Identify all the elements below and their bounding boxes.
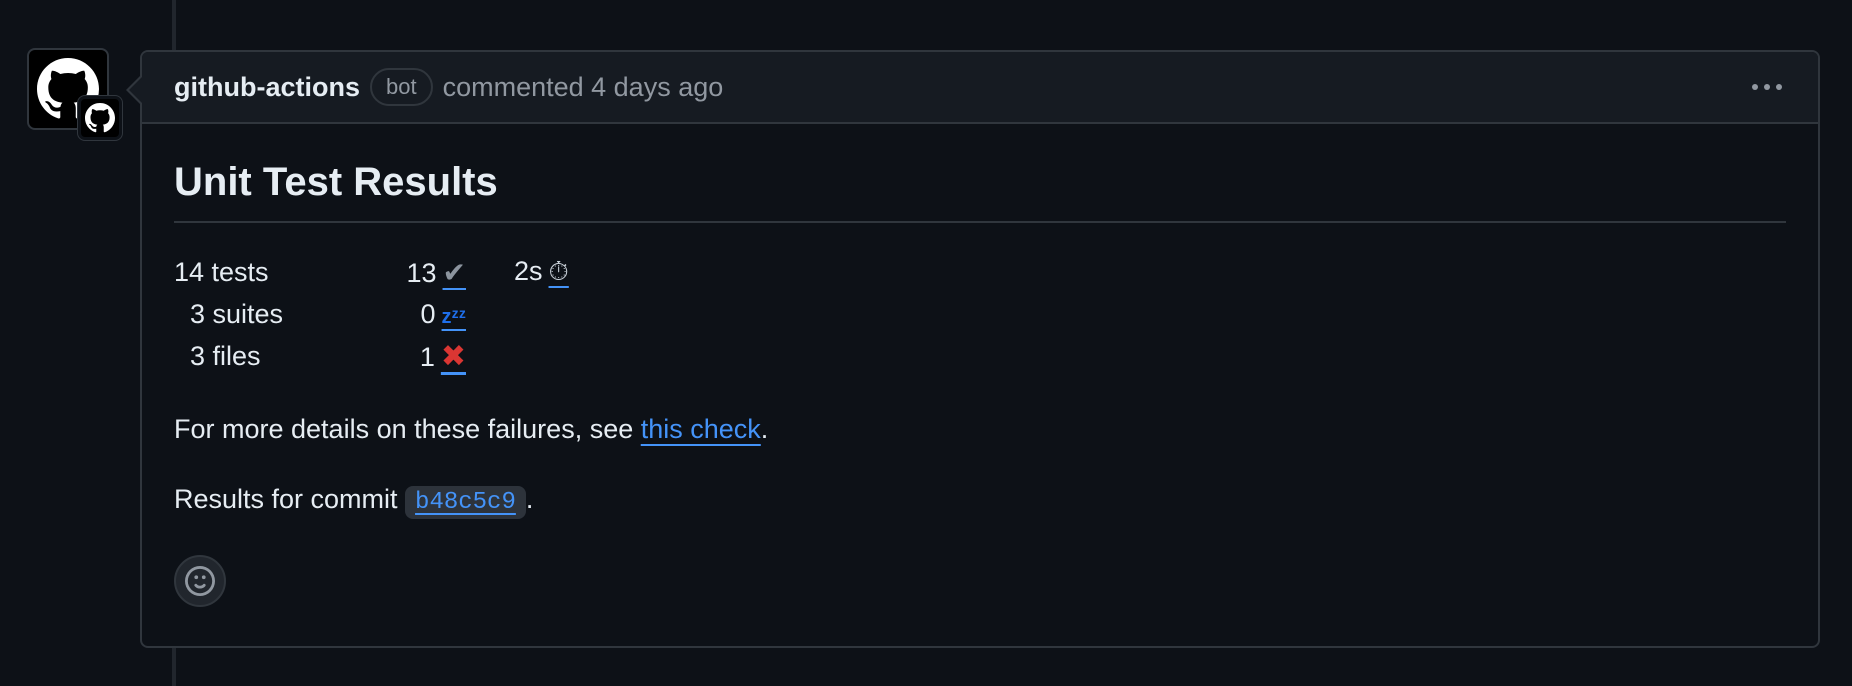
failed-count: 1 [419,341,435,372]
add-reaction-button[interactable] [174,555,226,607]
comment-box: github-actions bot commented 4 days ago … [126,50,1820,648]
kebab-horizontal-icon[interactable] [1744,76,1790,98]
check-link[interactable]: this check [641,414,761,444]
duration-value: 2s [514,256,543,286]
comment-timestamp[interactable]: commented 4 days ago [443,72,724,103]
sleeping-icon[interactable]: zᶻᶻ [442,306,466,328]
stopwatch-icon[interactable]: ⏱ [549,256,569,286]
smiley-icon [185,566,215,596]
cross-mark-icon[interactable]: ✖ [441,340,466,373]
stats-table: 14 tests 13 ✔ 2s ⏱ 3 suites 0 zᶻᶻ 3 files 1… [174,251,569,377]
comment-body: Unit Test Results 14 tests 13 ✔ 2s ⏱ 3 sui… [142,124,1818,607]
stats-row: 14 tests 13 ✔ 2s ⏱ [174,251,569,293]
author-avatar[interactable] [27,48,123,141]
check-icon[interactable]: ✔ [443,257,466,288]
skipped-count: 0 [420,298,436,329]
suites-count: 3 suites [190,298,284,329]
author-link[interactable]: github-actions [174,72,360,103]
stats-row: 3 files 1 ✖ [174,335,569,377]
bot-badge: bot [369,68,433,106]
files-count: 3 files [190,340,261,371]
results-title: Unit Test Results [174,160,1786,223]
comment-header: github-actions bot commented 4 days ago [142,52,1818,124]
stats-row: 3 suites 0 zᶻᶻ [174,293,569,335]
passed-count: 13 [406,257,437,288]
commit-paragraph: Results for commit b48c5c9. [174,477,1786,525]
app-badge-icon [77,95,123,141]
commit-sha-link[interactable]: b48c5c9 [405,486,526,519]
tests-count: 14 tests [174,256,269,287]
details-paragraph: For more details on these failures, see … [174,414,769,444]
